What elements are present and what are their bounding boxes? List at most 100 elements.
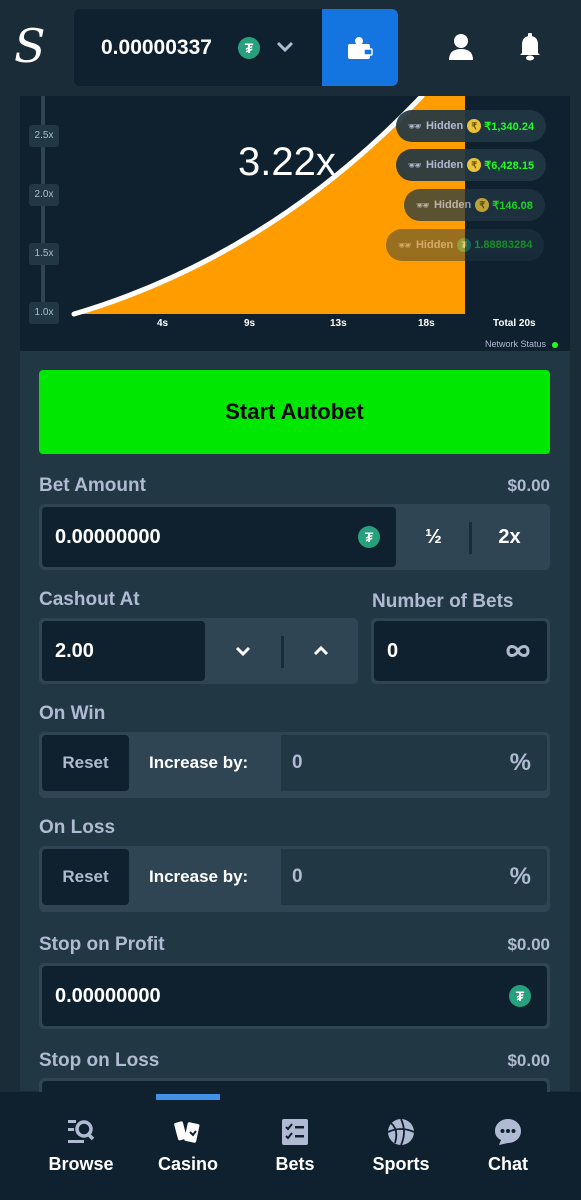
nav-label: Chat (488, 1154, 528, 1174)
on-win-increase-input[interactable]: 0 % (281, 735, 547, 791)
player-amount: ₹6,428.15 (484, 159, 535, 172)
user-icon[interactable] (448, 33, 474, 61)
incognito-icon: 🕶 (416, 199, 430, 212)
on-win-increase-label[interactable]: Increase by: (149, 735, 248, 791)
cashout-at-input[interactable]: 2.00 (42, 621, 205, 681)
player-name: Hidden (415, 239, 454, 251)
tether-icon: ₮ (358, 526, 380, 548)
stop-on-profit-label: Stop on Profit (39, 934, 165, 955)
on-loss-label: On Loss (39, 817, 116, 838)
number-of-bets-field: 0 (371, 618, 550, 684)
player-name: Hidden (425, 159, 464, 171)
x-tick: 13s (330, 318, 347, 329)
player-amount: ₹1,340.24 (484, 120, 535, 133)
on-win-reset-button[interactable]: Reset (42, 735, 129, 791)
player-amount: ₹146.08 (492, 199, 533, 212)
chevron-down-icon[interactable] (274, 33, 296, 61)
bet-amount-input[interactable]: 0.00000000 ₮ (42, 507, 396, 567)
wallet-icon (348, 36, 373, 59)
nav-label: Browse (48, 1154, 114, 1174)
network-status-dot (552, 341, 558, 348)
tether-icon: ₮ (238, 37, 260, 59)
nav-chat[interactable]: Chat (458, 1118, 558, 1175)
rupee-coin-icon: ₹ (475, 198, 490, 212)
bottom-nav: Browse Casino Bets Sports Chat (0, 1092, 581, 1200)
incognito-icon: 🕶 (408, 159, 422, 172)
player-pill: 🕶 Hidden ₹ ₹6,428.15 (396, 149, 547, 181)
crash-graph: 2.5x 2.0x 1.5x 1.0x 3.22x 4s 9s 13s 18s … (20, 96, 570, 351)
chat-icon (495, 1119, 521, 1145)
logo[interactable]: S (14, 20, 54, 72)
on-loss-increase-label[interactable]: Increase by: (149, 849, 248, 905)
player-pill: 🕶 Hidden ₮ 1.88883284 (386, 229, 545, 261)
top-bar: S 0.00000337 ₮ (0, 0, 581, 96)
infinity-icon (506, 645, 530, 657)
decrease-button[interactable] (205, 621, 280, 681)
stop-on-profit-value: 0.00000000 (55, 984, 161, 1007)
nav-bets[interactable]: Bets (245, 1118, 345, 1175)
player-pill: 🕶 Hidden ₹ ₹1,340.24 (396, 110, 547, 142)
number-of-bets-value: 0 (387, 639, 399, 662)
stop-on-profit-usd: $0.00 (507, 935, 550, 954)
bell-icon[interactable] (518, 33, 542, 61)
basketball-icon (387, 1118, 415, 1146)
on-loss-reset-button[interactable]: Reset (42, 849, 129, 905)
balance-selector[interactable]: 0.00000337 ₮ (74, 9, 398, 86)
nav-label: Sports (372, 1154, 430, 1174)
stop-on-loss-label: Stop on Loss (39, 1050, 160, 1071)
incognito-icon: 🕶 (408, 120, 422, 133)
bet-amount-field: 0.00000000 ₮ ½ 2x (39, 504, 550, 570)
active-tab-indicator (156, 1094, 220, 1100)
on-loss-increase-input[interactable]: 0 % (281, 849, 547, 905)
bet-amount-usd: $0.00 (507, 476, 550, 495)
wallet-button[interactable] (322, 9, 398, 86)
bet-amount-label: Bet Amount (39, 475, 146, 496)
chevron-down-icon (235, 646, 250, 656)
stop-on-loss-usd: $0.00 (507, 1051, 550, 1070)
player-pill: 🕶 Hidden ₹ ₹146.08 (404, 189, 545, 221)
balance-amount: 0.00000337 (101, 36, 212, 59)
x-tick: 9s (244, 318, 256, 329)
current-multiplier: 3.22x (238, 140, 336, 184)
tether-coin-icon: ₮ (457, 238, 472, 252)
start-autobet-button[interactable]: Start Autobet (39, 370, 550, 454)
casino-cards-icon (174, 1121, 200, 1143)
number-of-bets-input[interactable]: 0 (374, 621, 547, 681)
incognito-icon: 🕶 (398, 239, 412, 252)
browse-icon (68, 1120, 95, 1143)
tether-icon: ₮ (509, 985, 531, 1007)
player-amount: 1.88883284 (474, 239, 533, 251)
on-win-field: Reset Increase by: 0 % (39, 732, 550, 798)
cashout-at-label: Cashout At (39, 589, 140, 610)
autobet-panel: Start Autobet Bet Amount $0.00 0.0000000… (20, 351, 570, 1144)
rupee-coin-icon: ₹ (467, 158, 482, 172)
chevron-up-icon (313, 646, 328, 656)
half-button[interactable]: ½ (396, 507, 471, 567)
cashout-at-field: 2.00 (39, 618, 358, 684)
nav-browse[interactable]: Browse (31, 1118, 131, 1175)
stop-on-profit-field: 0.00000000 ₮ (39, 963, 550, 1029)
network-status: Network Status (485, 339, 558, 349)
percent-icon: % (509, 749, 531, 776)
on-win-label: On Win (39, 703, 106, 724)
nav-sports[interactable]: Sports (351, 1118, 451, 1175)
on-win-value: 0 (292, 752, 303, 773)
player-name: Hidden (433, 199, 472, 211)
cashout-at-value: 2.00 (55, 639, 94, 662)
double-button[interactable]: 2x (472, 507, 547, 567)
on-loss-value: 0 (292, 866, 303, 887)
x-tick: 18s (418, 318, 435, 329)
nav-casino[interactable]: Casino (138, 1118, 238, 1175)
increase-button[interactable] (283, 621, 358, 681)
nav-label: Bets (275, 1154, 315, 1174)
on-loss-field: Reset Increase by: 0 % (39, 846, 550, 912)
x-tick: Total 20s (493, 318, 536, 329)
player-name: Hidden (425, 120, 464, 132)
number-of-bets-label: Number of Bets (372, 591, 514, 612)
stop-on-profit-input[interactable]: 0.00000000 ₮ (42, 966, 547, 1026)
nav-label: Casino (157, 1154, 218, 1174)
bet-amount-value: 0.00000000 (55, 525, 161, 548)
percent-icon: % (509, 863, 531, 890)
bets-checklist-icon (282, 1119, 308, 1145)
x-tick: 4s (157, 318, 169, 329)
